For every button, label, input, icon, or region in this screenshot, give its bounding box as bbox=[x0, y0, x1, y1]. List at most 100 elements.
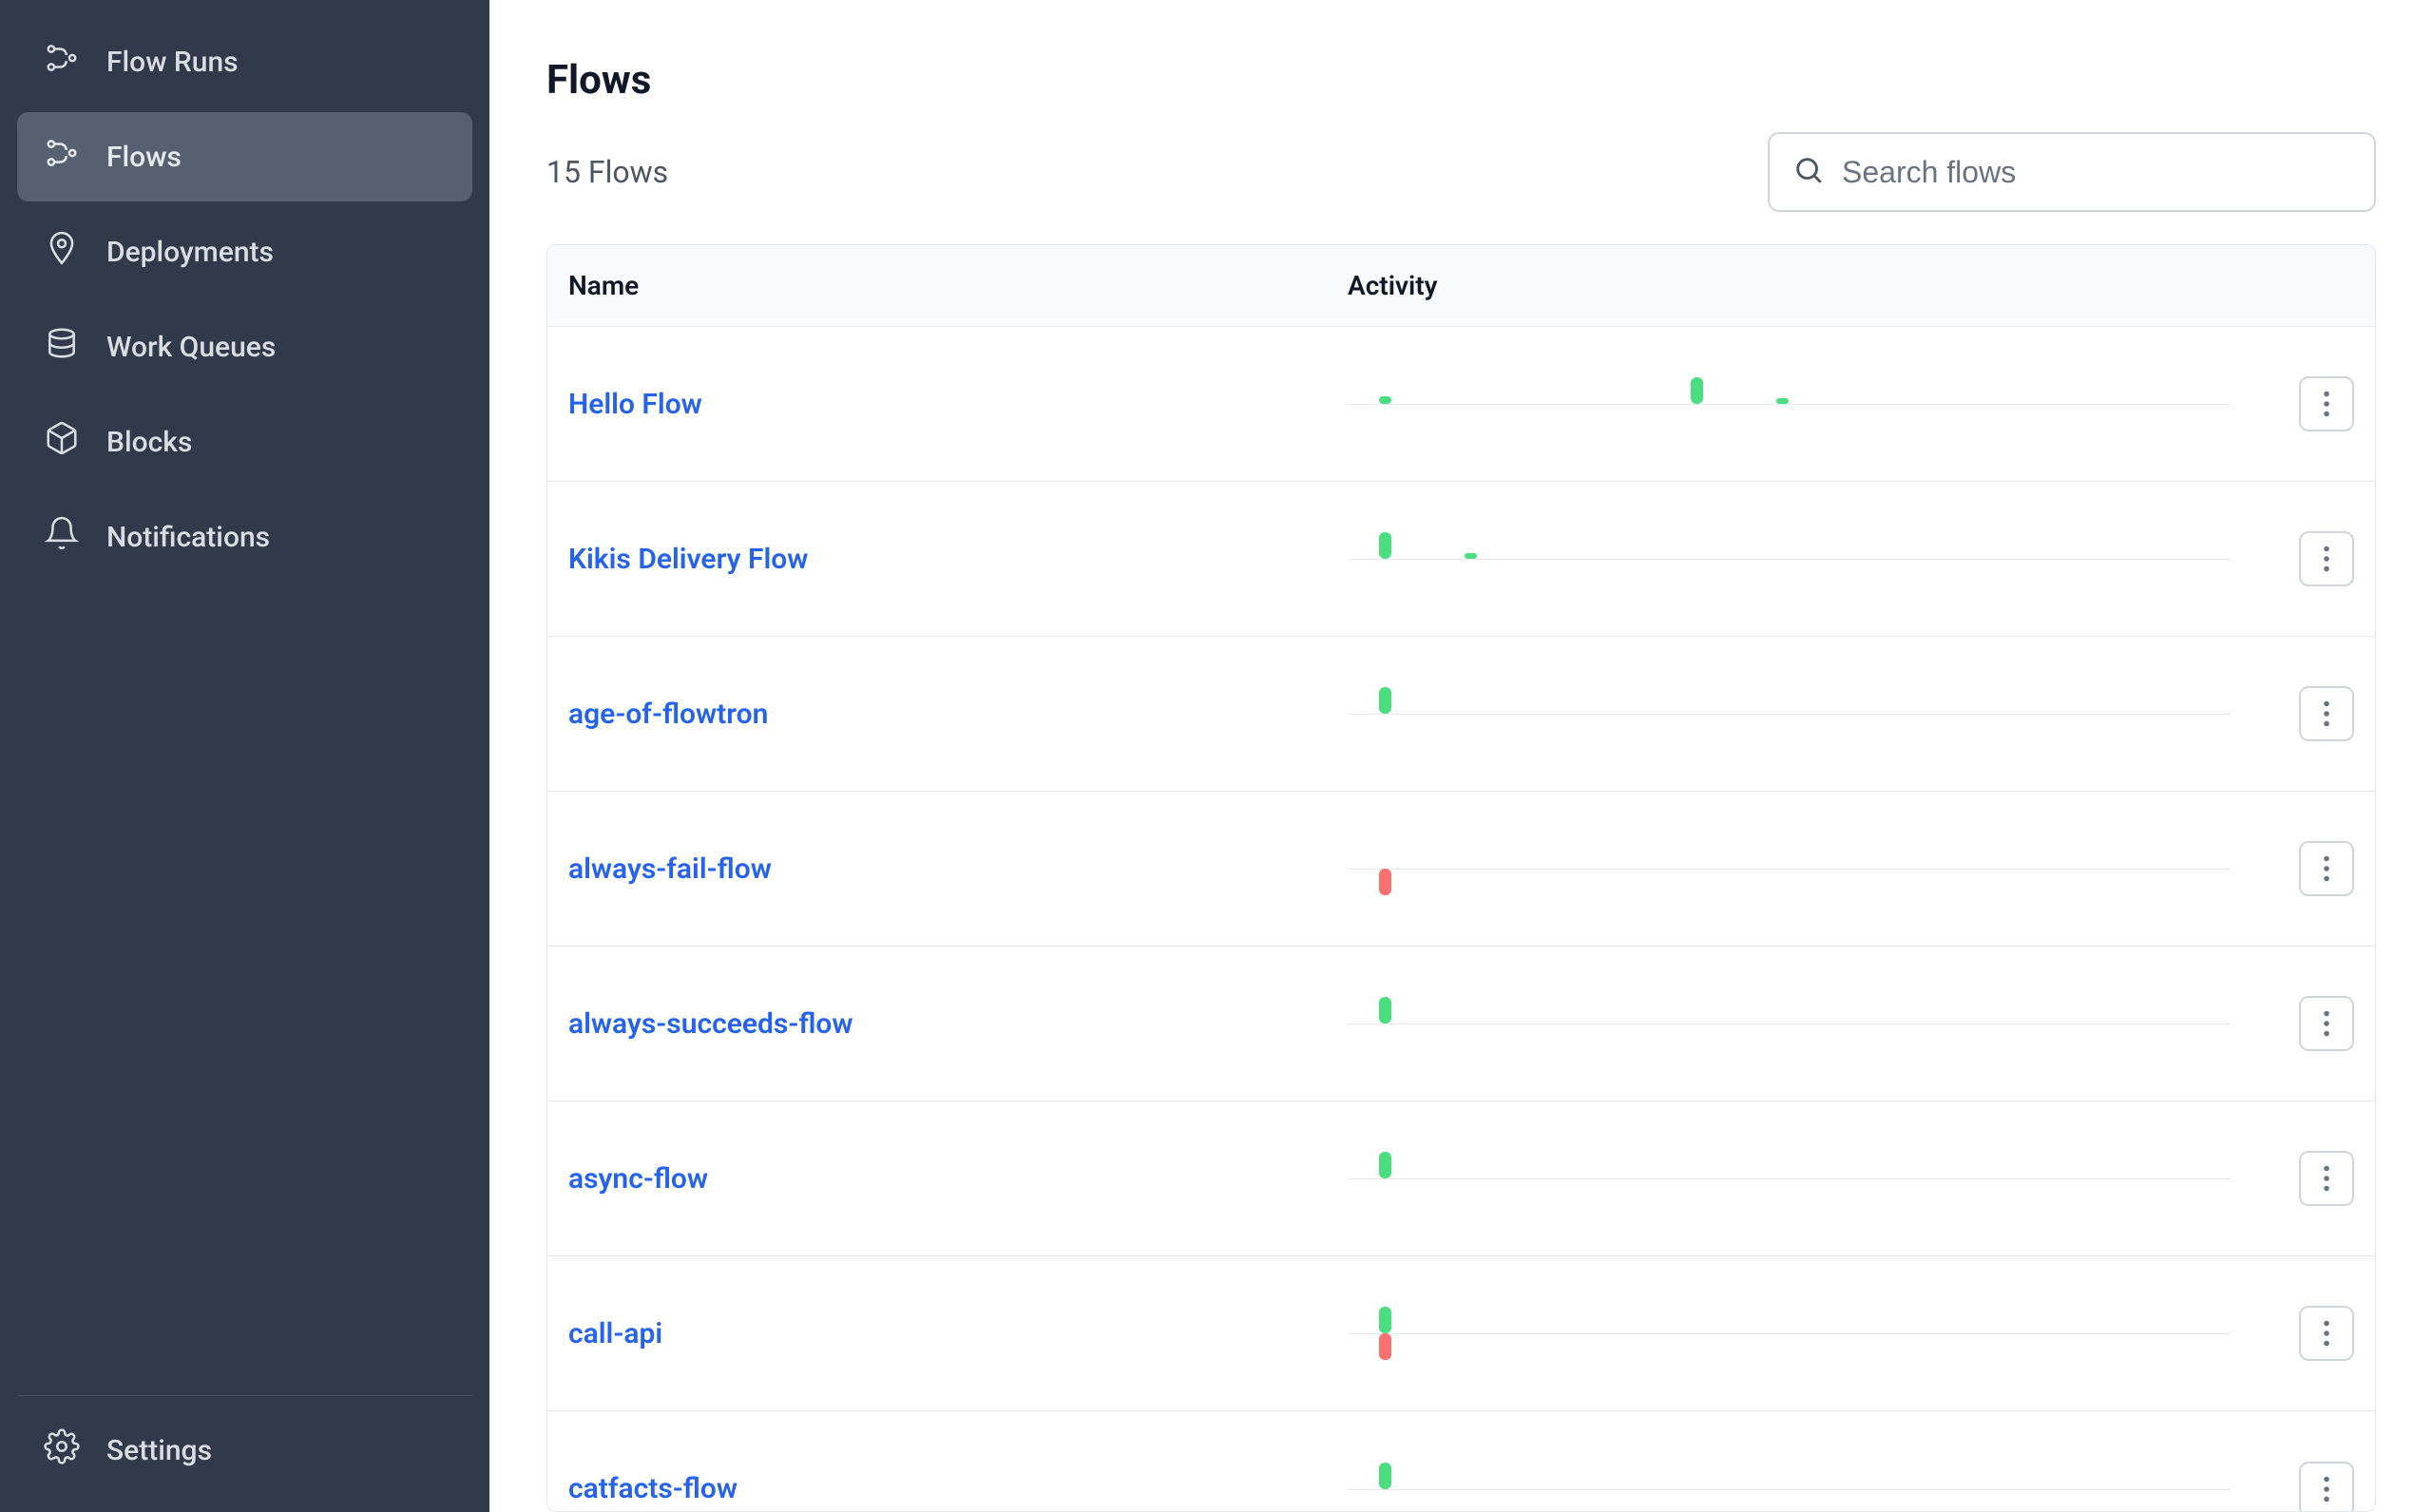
activity-chart bbox=[1348, 637, 2278, 791]
sidebar-item-label: Settings bbox=[106, 1434, 212, 1467]
table-row: Hello Flow bbox=[547, 327, 2375, 482]
kebab-icon bbox=[2323, 1165, 2330, 1192]
sidebar-item-label: Flows bbox=[106, 141, 182, 174]
settings-icon bbox=[44, 1428, 80, 1472]
kebab-icon bbox=[2323, 391, 2330, 417]
flow-name-link[interactable]: always-succeeds-flow bbox=[568, 1007, 1348, 1041]
sidebar-item-label: Deployments bbox=[106, 236, 274, 269]
activity-bar-red bbox=[1379, 869, 1391, 895]
kebab-icon bbox=[2323, 545, 2330, 572]
flow-name-link[interactable]: age-of-flowtron bbox=[568, 698, 1348, 731]
activity-chart bbox=[1348, 1256, 2278, 1410]
row-actions bbox=[2278, 841, 2354, 896]
row-actions bbox=[2278, 996, 2354, 1051]
kebab-icon bbox=[2323, 700, 2330, 727]
col-header-activity: Activity bbox=[1348, 270, 2354, 301]
row-actions bbox=[2278, 1462, 2354, 1512]
activity-bar-green bbox=[1379, 997, 1391, 1024]
activity-bar-green bbox=[1379, 1307, 1391, 1333]
row-menu-button[interactable] bbox=[2299, 376, 2354, 431]
activity-axis bbox=[1348, 714, 2231, 715]
sidebar-footer: Settings bbox=[17, 1395, 472, 1495]
table-row: async-flow bbox=[547, 1101, 2375, 1256]
activity-chart bbox=[1348, 792, 2278, 946]
activity-bar-green bbox=[1379, 532, 1391, 559]
flows-icon bbox=[44, 135, 80, 179]
kebab-icon bbox=[2323, 1320, 2330, 1347]
sidebar-item-label: Notifications bbox=[106, 521, 270, 554]
blocks-icon bbox=[44, 420, 80, 464]
sidebar-item-deployments[interactable]: Deployments bbox=[17, 207, 472, 297]
row-menu-button[interactable] bbox=[2299, 996, 2354, 1051]
page-title: Flows bbox=[546, 57, 2376, 104]
activity-bar-green bbox=[1776, 398, 1789, 404]
toolbar: 15 Flows bbox=[546, 132, 2376, 212]
activity-axis bbox=[1348, 559, 2231, 560]
activity-axis bbox=[1348, 1489, 2231, 1490]
row-menu-button[interactable] bbox=[2299, 1306, 2354, 1361]
sidebar-item-label: Blocks bbox=[106, 426, 192, 459]
activity-bar-green bbox=[1379, 1463, 1391, 1489]
table-row: Kikis Delivery Flow bbox=[547, 482, 2375, 637]
table-header: Name Activity bbox=[547, 245, 2375, 327]
row-actions bbox=[2278, 376, 2354, 431]
activity-axis bbox=[1348, 869, 2231, 870]
flows-table: Name Activity Hello Flow Kikis Delivery F… bbox=[546, 244, 2376, 1512]
row-menu-button[interactable] bbox=[2299, 686, 2354, 741]
row-actions bbox=[2278, 1151, 2354, 1206]
kebab-icon bbox=[2323, 855, 2330, 882]
row-menu-button[interactable] bbox=[2299, 531, 2354, 586]
activity-bar-green bbox=[1379, 396, 1391, 404]
table-row: always-fail-flow bbox=[547, 792, 2375, 947]
row-actions bbox=[2278, 531, 2354, 586]
sidebar: Flow Runs Flows Deployments Work Queues Bloc… bbox=[0, 0, 489, 1512]
activity-axis bbox=[1348, 1333, 2231, 1334]
row-actions bbox=[2278, 1306, 2354, 1361]
activity-axis bbox=[1348, 1178, 2231, 1179]
kebab-icon bbox=[2323, 1010, 2330, 1037]
col-header-name: Name bbox=[568, 270, 1348, 301]
flow-name-link[interactable]: catfacts-flow bbox=[568, 1472, 1348, 1505]
activity-bar-red bbox=[1379, 1333, 1391, 1360]
flow-count: 15 Flows bbox=[546, 154, 668, 190]
activity-bar-green bbox=[1465, 553, 1477, 559]
sidebar-item-blocks[interactable]: Blocks bbox=[17, 397, 472, 487]
row-actions bbox=[2278, 686, 2354, 741]
search-input[interactable] bbox=[1842, 155, 2351, 190]
row-menu-button[interactable] bbox=[2299, 1151, 2354, 1206]
sidebar-item-notifications[interactable]: Notifications bbox=[17, 492, 472, 582]
sidebar-item-flows[interactable]: Flows bbox=[17, 112, 472, 201]
activity-chart bbox=[1348, 1101, 2278, 1255]
notifications-icon bbox=[44, 515, 80, 559]
activity-bar-green bbox=[1379, 687, 1391, 714]
flow-name-link[interactable]: call-api bbox=[568, 1317, 1348, 1350]
activity-bar-green bbox=[1379, 1152, 1391, 1178]
activity-chart bbox=[1348, 1411, 2278, 1512]
work-queues-icon bbox=[44, 325, 80, 369]
flow-name-link[interactable]: async-flow bbox=[568, 1162, 1348, 1196]
activity-chart bbox=[1348, 482, 2278, 636]
row-menu-button[interactable] bbox=[2299, 841, 2354, 896]
search-box[interactable] bbox=[1768, 132, 2376, 212]
row-menu-button[interactable] bbox=[2299, 1462, 2354, 1512]
flow-runs-icon bbox=[44, 40, 80, 84]
table-row: always-succeeds-flow bbox=[547, 947, 2375, 1101]
sidebar-item-settings[interactable]: Settings bbox=[17, 1406, 472, 1495]
table-row: catfacts-flow bbox=[547, 1411, 2375, 1512]
sidebar-item-label: Work Queues bbox=[106, 331, 276, 364]
main-content: Flows 15 Flows Name Activity Hello Flow K… bbox=[489, 0, 2433, 1512]
kebab-icon bbox=[2323, 1476, 2330, 1502]
table-row: age-of-flowtron bbox=[547, 637, 2375, 792]
sidebar-item-work-queues[interactable]: Work Queues bbox=[17, 302, 472, 392]
search-icon bbox=[1792, 154, 1825, 190]
activity-bar-green bbox=[1691, 377, 1703, 404]
flow-name-link[interactable]: always-fail-flow bbox=[568, 852, 1348, 886]
sidebar-item-flow-runs[interactable]: Flow Runs bbox=[17, 17, 472, 106]
flow-name-link[interactable]: Kikis Delivery Flow bbox=[568, 543, 1348, 576]
activity-chart bbox=[1348, 947, 2278, 1101]
sidebar-item-label: Flow Runs bbox=[106, 46, 239, 79]
deployments-icon bbox=[44, 230, 80, 274]
flow-name-link[interactable]: Hello Flow bbox=[568, 388, 1348, 421]
activity-chart bbox=[1348, 327, 2278, 481]
table-row: call-api bbox=[547, 1256, 2375, 1411]
